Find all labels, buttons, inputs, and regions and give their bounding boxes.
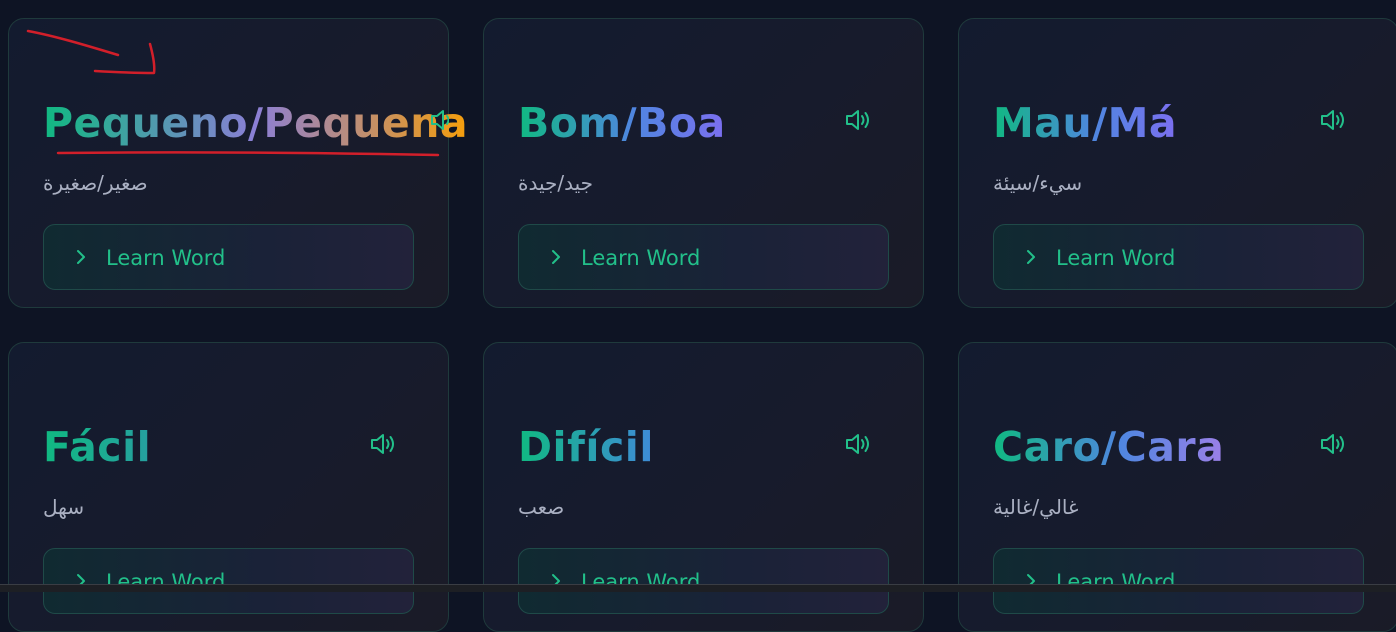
chevron-right-icon	[552, 250, 560, 264]
speaker-icon	[431, 110, 449, 130]
speaker-button[interactable]	[844, 431, 872, 457]
word-title: Bom/Boa	[518, 95, 726, 151]
speaker-button[interactable]	[429, 107, 449, 133]
word-title: Difícil	[518, 419, 654, 475]
learn-word-button[interactable]: Learn Word	[43, 224, 414, 290]
speaker-icon	[846, 110, 869, 130]
learn-word-button[interactable]: Learn Word	[518, 224, 889, 290]
translation-text: سهل	[43, 495, 85, 519]
translation-text: صعب	[518, 495, 565, 519]
word-card: Pequeno/Pequena صغير/صغيرة Learn Word	[8, 18, 468, 308]
speaker-button[interactable]	[369, 431, 397, 457]
word-card: Mau/Má سيء/سيئة Learn Word	[958, 18, 1396, 308]
chevron-right-icon	[77, 250, 85, 264]
speaker-button[interactable]	[1319, 431, 1347, 457]
word-card: Bom/Boa جيد/جيدة Learn Word	[483, 18, 924, 308]
speaker-button[interactable]	[1319, 107, 1347, 133]
word-card-grid: Pequeno/Pequena صغير/صغيرة Learn Word Bo…	[8, 18, 1396, 632]
translation-text: غالي/غالية	[993, 495, 1079, 519]
speaker-icon	[846, 434, 869, 454]
translation-text: جيد/جيدة	[518, 171, 594, 195]
learn-word-button[interactable]: Learn Word	[993, 224, 1364, 290]
learn-word-button[interactable]: Learn Word	[43, 548, 414, 614]
learn-word-button[interactable]: Learn Word	[993, 548, 1364, 614]
speaker-icon	[1321, 434, 1344, 454]
learn-word-label: Learn Word	[581, 246, 701, 270]
speaker-button[interactable]	[844, 107, 872, 133]
translation-text: صغير/صغيرة	[43, 171, 148, 195]
learn-word-button[interactable]: Learn Word	[518, 548, 889, 614]
learn-word-label: Learn Word	[106, 246, 226, 270]
speaker-icon	[1321, 110, 1344, 130]
chevron-right-icon	[1027, 250, 1035, 264]
translation-text: سيء/سيئة	[993, 171, 1083, 195]
word-title: Fácil	[43, 419, 151, 475]
learn-word-label: Learn Word	[1056, 246, 1176, 270]
word-title: Mau/Má	[993, 95, 1177, 151]
word-title: Caro/Cara	[993, 419, 1224, 475]
speaker-icon	[371, 434, 394, 454]
bottom-edge-bar	[0, 584, 1396, 592]
word-title: Pequeno/Pequena	[43, 95, 468, 151]
